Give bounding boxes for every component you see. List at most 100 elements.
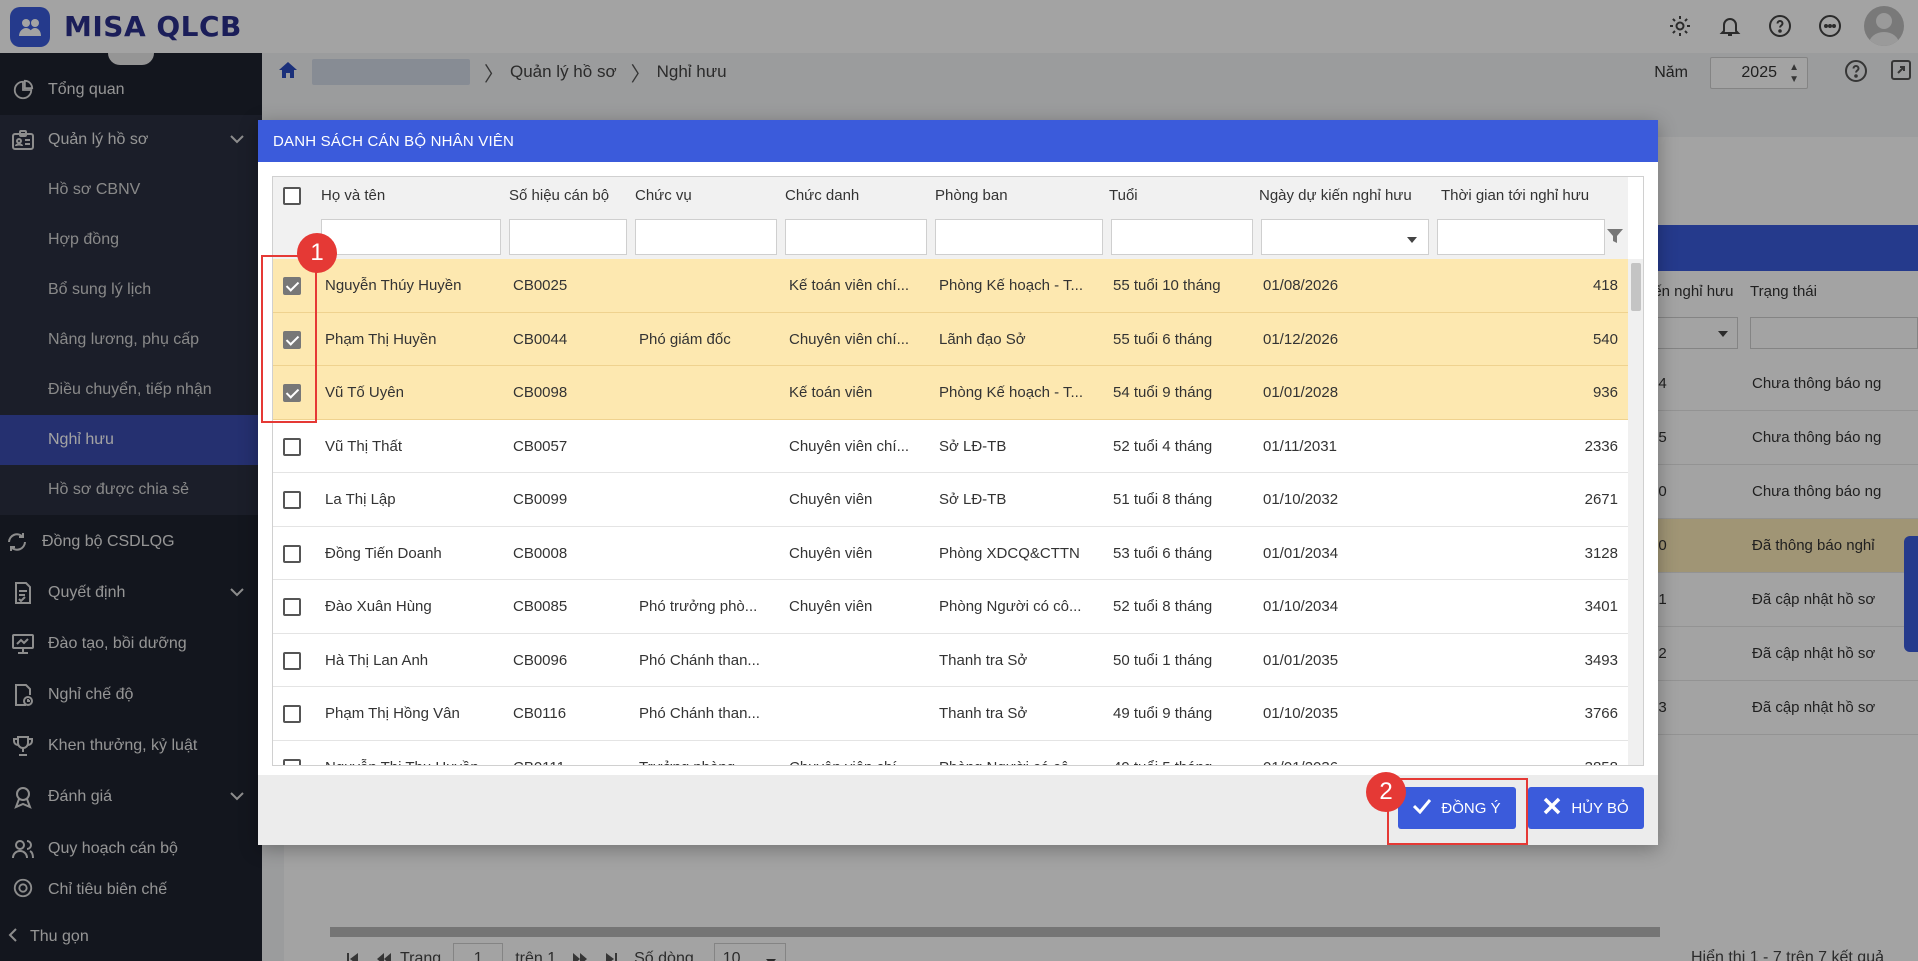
filter-age-input[interactable] bbox=[1111, 219, 1253, 255]
cell-age: 55 tuổi 10 tháng bbox=[1113, 277, 1221, 294]
table-row[interactable]: Vũ Tố Uyên CB0098 Kế toán viên Phòng Kế hoạ… bbox=[273, 366, 1628, 420]
column-header[interactable]: Số hiệu cán bộ bbox=[509, 187, 609, 204]
filter-title-input[interactable] bbox=[785, 219, 927, 255]
cell-dept: Phòng Người có cô... bbox=[939, 759, 1081, 766]
cell-age: 54 tuổi 9 tháng bbox=[1113, 384, 1213, 401]
row-checkbox[interactable] bbox=[283, 598, 301, 616]
filter-icon[interactable] bbox=[1606, 227, 1624, 249]
column-header[interactable]: Họ và tên bbox=[321, 187, 385, 204]
cell-name: La Thị Lập bbox=[325, 491, 396, 508]
table-row[interactable]: Nguyễn Thị Thu Huyền CB0111 Trưởng phòng Ch… bbox=[273, 740, 1628, 766]
cell-date: 01/01/2034 bbox=[1263, 544, 1339, 562]
cell-dept: Thanh tra Sở bbox=[939, 651, 1028, 669]
table-body: Nguyễn Thúy Huyền CB0025 Kế toán viên chí.… bbox=[273, 259, 1628, 766]
table-row[interactable]: La Thị Lập CB0099 Chuyên viên Sở LĐ-TB 51 tu… bbox=[273, 473, 1628, 527]
close-icon bbox=[1543, 797, 1561, 819]
cell-position: Phó Chánh than... bbox=[639, 705, 760, 722]
filter-date-dropdown[interactable] bbox=[1261, 219, 1429, 255]
cell-dept: Sở LĐ-TB bbox=[939, 491, 1007, 508]
cell-date: 01/10/2035 bbox=[1263, 705, 1339, 722]
cell-position: Phó trưởng phò... bbox=[639, 598, 758, 615]
cell-days: 3128 bbox=[1584, 544, 1618, 562]
annotation-badge: 2 bbox=[1366, 772, 1406, 812]
cell-code: CB0111 bbox=[513, 759, 565, 766]
cell-position: Trưởng phòng bbox=[639, 759, 735, 766]
cell-age: 52 tuổi 4 tháng bbox=[1113, 437, 1213, 455]
filter-position-input[interactable] bbox=[635, 219, 777, 255]
cell-title: Kế toán viên chí... bbox=[789, 277, 910, 294]
cell-title: Chuyên viên bbox=[789, 544, 873, 562]
column-header[interactable]: Thời gian tới nghỉ hưu bbox=[1441, 187, 1589, 204]
cell-age: 52 tuổi 8 tháng bbox=[1113, 598, 1213, 615]
cell-code: CB0096 bbox=[513, 651, 568, 669]
filter-name-input[interactable] bbox=[321, 219, 501, 255]
table-row[interactable]: Phạm Thị Huyền CB0044 Phó giám đốc Chuyên v… bbox=[273, 312, 1628, 366]
row-checkbox[interactable] bbox=[283, 544, 301, 563]
cell-age: 51 tuổi 8 tháng bbox=[1113, 491, 1213, 508]
cell-title: Chuyên viên bbox=[789, 598, 873, 615]
cell-days: 2336 bbox=[1584, 437, 1618, 455]
cell-dept: Lãnh đạo Sở bbox=[939, 330, 1026, 348]
cell-days: 3858 bbox=[1508, 759, 1618, 766]
cancel-button[interactable]: HỦY BỎ bbox=[1528, 787, 1644, 829]
cell-age: 55 tuổi 6 tháng bbox=[1113, 330, 1213, 348]
annotation-box-agree bbox=[1387, 778, 1528, 845]
cell-days: 540 bbox=[1592, 330, 1618, 348]
cancel-label: HỦY BỎ bbox=[1571, 799, 1629, 817]
table-row[interactable]: Đồng Tiến Doanh CB0008 Chuyên viên Phòng XD… bbox=[273, 526, 1628, 580]
cell-code: CB0085 bbox=[513, 598, 568, 615]
filter-row bbox=[273, 213, 1628, 259]
table-row[interactable]: Nguyễn Thúy Huyền CB0025 Kế toán viên chí.… bbox=[273, 259, 1628, 313]
cell-title: Chuyên viên chí... bbox=[789, 330, 910, 348]
cell-position: Phó giám đốc bbox=[639, 330, 731, 348]
row-checkbox[interactable] bbox=[283, 437, 301, 456]
select-all-checkbox[interactable] bbox=[283, 187, 301, 205]
column-header[interactable]: Chức danh bbox=[785, 187, 859, 204]
row-checkbox[interactable] bbox=[283, 758, 301, 765]
cell-code: CB0098 bbox=[513, 384, 568, 401]
filter-code-input[interactable] bbox=[509, 219, 627, 255]
cell-dept: Sở LĐ-TB bbox=[939, 437, 1007, 455]
cell-date: 01/10/2032 bbox=[1263, 491, 1339, 508]
cell-date: 01/01/2035 bbox=[1263, 651, 1339, 669]
cell-dept: Thanh tra Sở bbox=[939, 705, 1028, 722]
row-checkbox[interactable] bbox=[283, 651, 301, 670]
cell-name: Phạm Thị Huyền bbox=[325, 330, 437, 348]
column-header[interactable]: Chức vụ bbox=[635, 187, 692, 204]
column-header[interactable]: Ngày dự kiến nghỉ hưu bbox=[1259, 187, 1412, 204]
table-row[interactable]: Đào Xuân Hùng CB0085 Phó trưởng phò... Chuy… bbox=[273, 580, 1628, 634]
employee-list-dialog: DANH SÁCH CÁN BỘ NHÂN VIÊN Họ và tên Số … bbox=[258, 120, 1658, 845]
filter-days-input[interactable] bbox=[1437, 219, 1605, 255]
cell-age: 49 tuổi 9 tháng bbox=[1113, 705, 1213, 722]
cell-dept: Phòng Kế hoạch - T... bbox=[939, 277, 1083, 294]
caret-down-icon bbox=[1406, 232, 1418, 249]
cell-name: Đào Xuân Hùng bbox=[325, 598, 432, 615]
column-header[interactable]: Phòng ban bbox=[935, 187, 1008, 204]
filter-dept-input[interactable] bbox=[935, 219, 1103, 255]
cell-date: 01/01/2028 bbox=[1263, 384, 1339, 401]
cell-age: 53 tuổi 6 tháng bbox=[1113, 544, 1213, 562]
cell-name: Nguyễn Thị Thu Huyền bbox=[325, 759, 479, 766]
cell-code: CB0116 bbox=[513, 705, 567, 722]
vertical-scrollbar[interactable] bbox=[1628, 259, 1643, 765]
row-checkbox[interactable] bbox=[283, 705, 301, 723]
employee-table: Họ và tên Số hiệu cán bộ Chức vụ Chức da… bbox=[272, 176, 1644, 766]
cell-name: Đồng Tiến Doanh bbox=[325, 544, 442, 562]
table-row[interactable]: Hà Thị Lan Anh CB0096 Phó Chánh than... Tha… bbox=[273, 633, 1628, 687]
row-checkbox[interactable] bbox=[283, 491, 301, 509]
cell-days: 3766 bbox=[1584, 705, 1618, 722]
cell-dept: Phòng Người có cô... bbox=[939, 598, 1082, 615]
table-header: Họ và tên Số hiệu cán bộ Chức vụ Chức da… bbox=[273, 177, 1628, 213]
cell-days: 3493 bbox=[1584, 651, 1618, 669]
dialog-title: DANH SÁCH CÁN BỘ NHÂN VIÊN bbox=[258, 120, 1658, 162]
annotation-box-checkboxes bbox=[261, 255, 317, 423]
cell-dept: Phòng XDCQ&CTTN bbox=[939, 544, 1080, 562]
table-row[interactable]: Vũ Thị Thất CB0057 Chuyên viên chí... Sở LĐ… bbox=[273, 419, 1628, 473]
cell-name: Nguyễn Thúy Huyền bbox=[325, 277, 462, 294]
column-header[interactable]: Tuổi bbox=[1109, 187, 1138, 204]
cell-days: 2671 bbox=[1584, 491, 1618, 508]
cell-title: Kế toán viên bbox=[789, 384, 873, 401]
table-row[interactable]: Phạm Thị Hồng Vân CB0116 Phó Chánh than...… bbox=[273, 687, 1628, 741]
scrollbar-thumb[interactable] bbox=[1631, 263, 1641, 311]
cell-name: Vũ Thị Thất bbox=[325, 437, 402, 455]
